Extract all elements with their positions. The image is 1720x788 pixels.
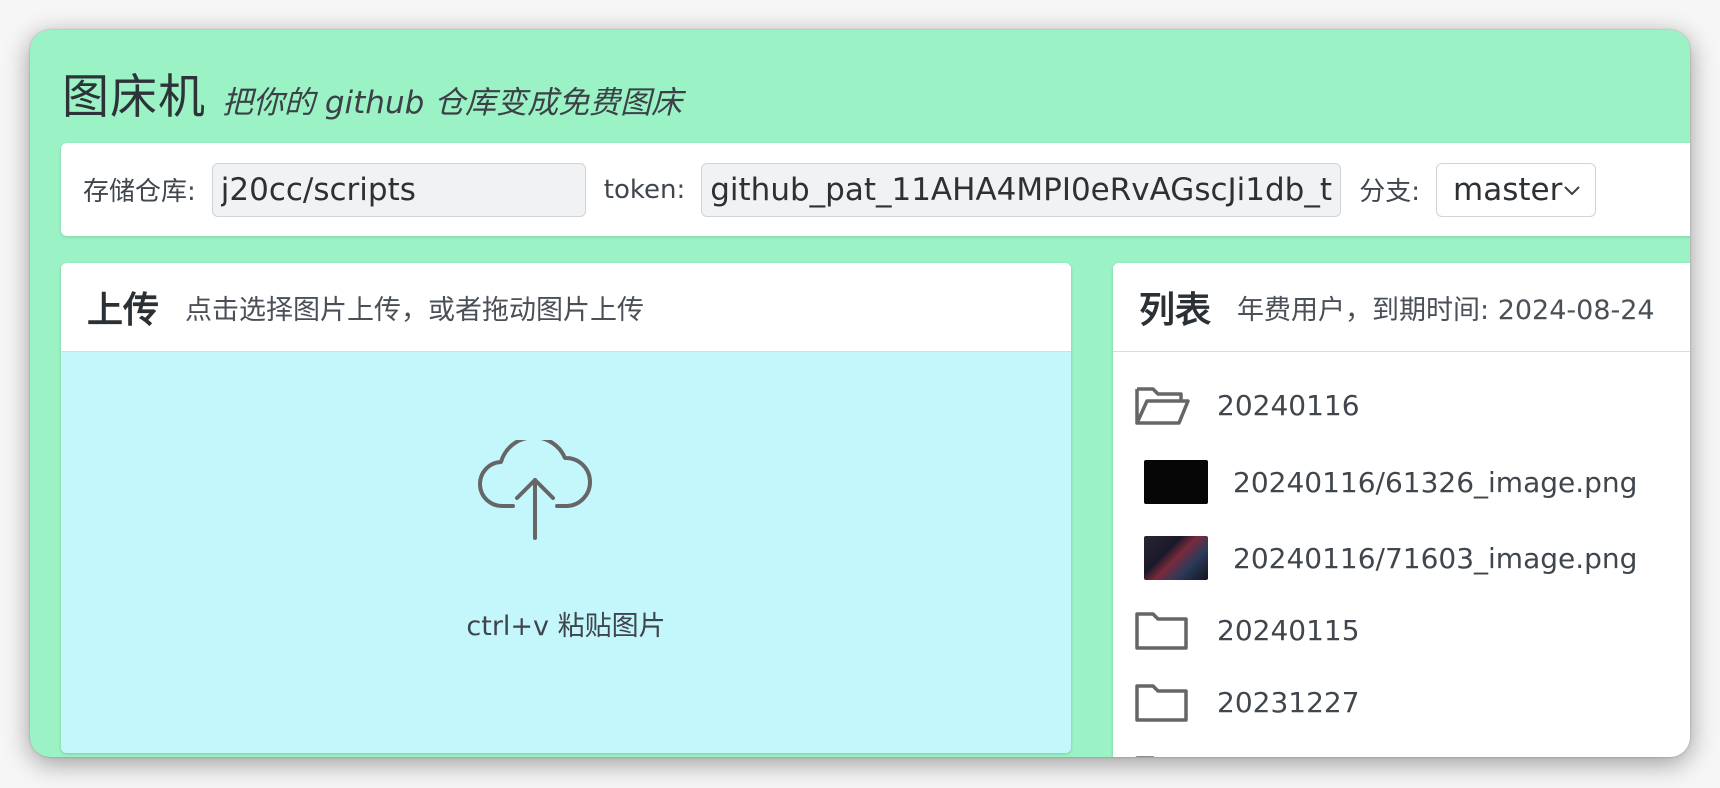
app-title: 图床机 — [62, 70, 206, 125]
image-thumbnail — [1144, 536, 1208, 580]
branch-value: master — [1453, 171, 1563, 208]
list-panel-header: 列表 年费用户，到期时间: 2024-08-24 — [1113, 263, 1690, 352]
app-subtitle: 把你的 github 仓库变成免费图床 — [222, 85, 683, 121]
branch-select[interactable]: master — [1436, 162, 1596, 217]
upload-hint: 点击选择图片上传，或者拖动图片上传 — [185, 294, 645, 326]
upload-dropzone[interactable]: ctrl+v 粘贴图片 — [61, 352, 1071, 753]
list-item-image[interactable]: 20240116/71603_image.png — [1144, 536, 1637, 580]
list-item-folder[interactable]: 20240116 — [1133, 381, 1360, 429]
list-item-label: 20240116/61326_image.png — [1233, 465, 1638, 499]
list-item-label: 20240115 — [1217, 613, 1360, 647]
list-item-folder[interactable]: 20240115 — [1133, 606, 1360, 654]
token-input[interactable] — [701, 162, 1342, 217]
list-item-label: 20240116 — [1217, 388, 1360, 422]
upload-panel-header: 上传 点击选择图片上传，或者拖动图片上传 — [61, 263, 1071, 352]
list-item-label: 20240116/71603_image.png — [1233, 541, 1638, 575]
repo-input[interactable] — [211, 162, 586, 217]
paste-hint: ctrl+v 粘贴图片 — [466, 611, 666, 642]
list-title: 列表 — [1139, 290, 1212, 331]
list-item-label: 20231227 — [1217, 685, 1360, 719]
folder-icon — [1135, 684, 1188, 722]
app-window: 图床机 把你的 github 仓库变成免费图床 存储仓库: token: 分支:… — [30, 30, 1690, 757]
upload-panel: 上传 点击选择图片上传，或者拖动图片上传 ctrl+v 粘贴图片 — [61, 263, 1071, 753]
list-subtitle: 年费用户，到期时间: 2024-08-24 — [1237, 294, 1655, 326]
repo-label: 存储仓库: — [83, 177, 196, 207]
token-label: token: — [603, 174, 686, 205]
folder-icon — [1135, 612, 1188, 650]
branch-label: 分支: — [1359, 177, 1420, 207]
list-item-folder[interactable] — [1133, 750, 1191, 757]
upload-title: 上传 — [87, 290, 160, 331]
image-thumbnail — [1144, 460, 1208, 504]
folder-icon — [1135, 756, 1155, 757]
folder-open-icon — [1135, 387, 1190, 425]
cloud-upload-icon — [478, 440, 592, 540]
chevron-down-icon — [1564, 185, 1580, 195]
list-item-folder[interactable]: 20231227 — [1133, 678, 1360, 726]
config-bar: 存储仓库: token: 分支: master — [61, 143, 1690, 236]
list-panel: 列表 年费用户，到期时间: 2024-08-24 20240116 202401… — [1113, 263, 1690, 757]
app-header: 图床机 把你的 github 仓库变成免费图床 — [62, 58, 682, 127]
list-item-image[interactable]: 20240116/61326_image.png — [1144, 460, 1637, 504]
